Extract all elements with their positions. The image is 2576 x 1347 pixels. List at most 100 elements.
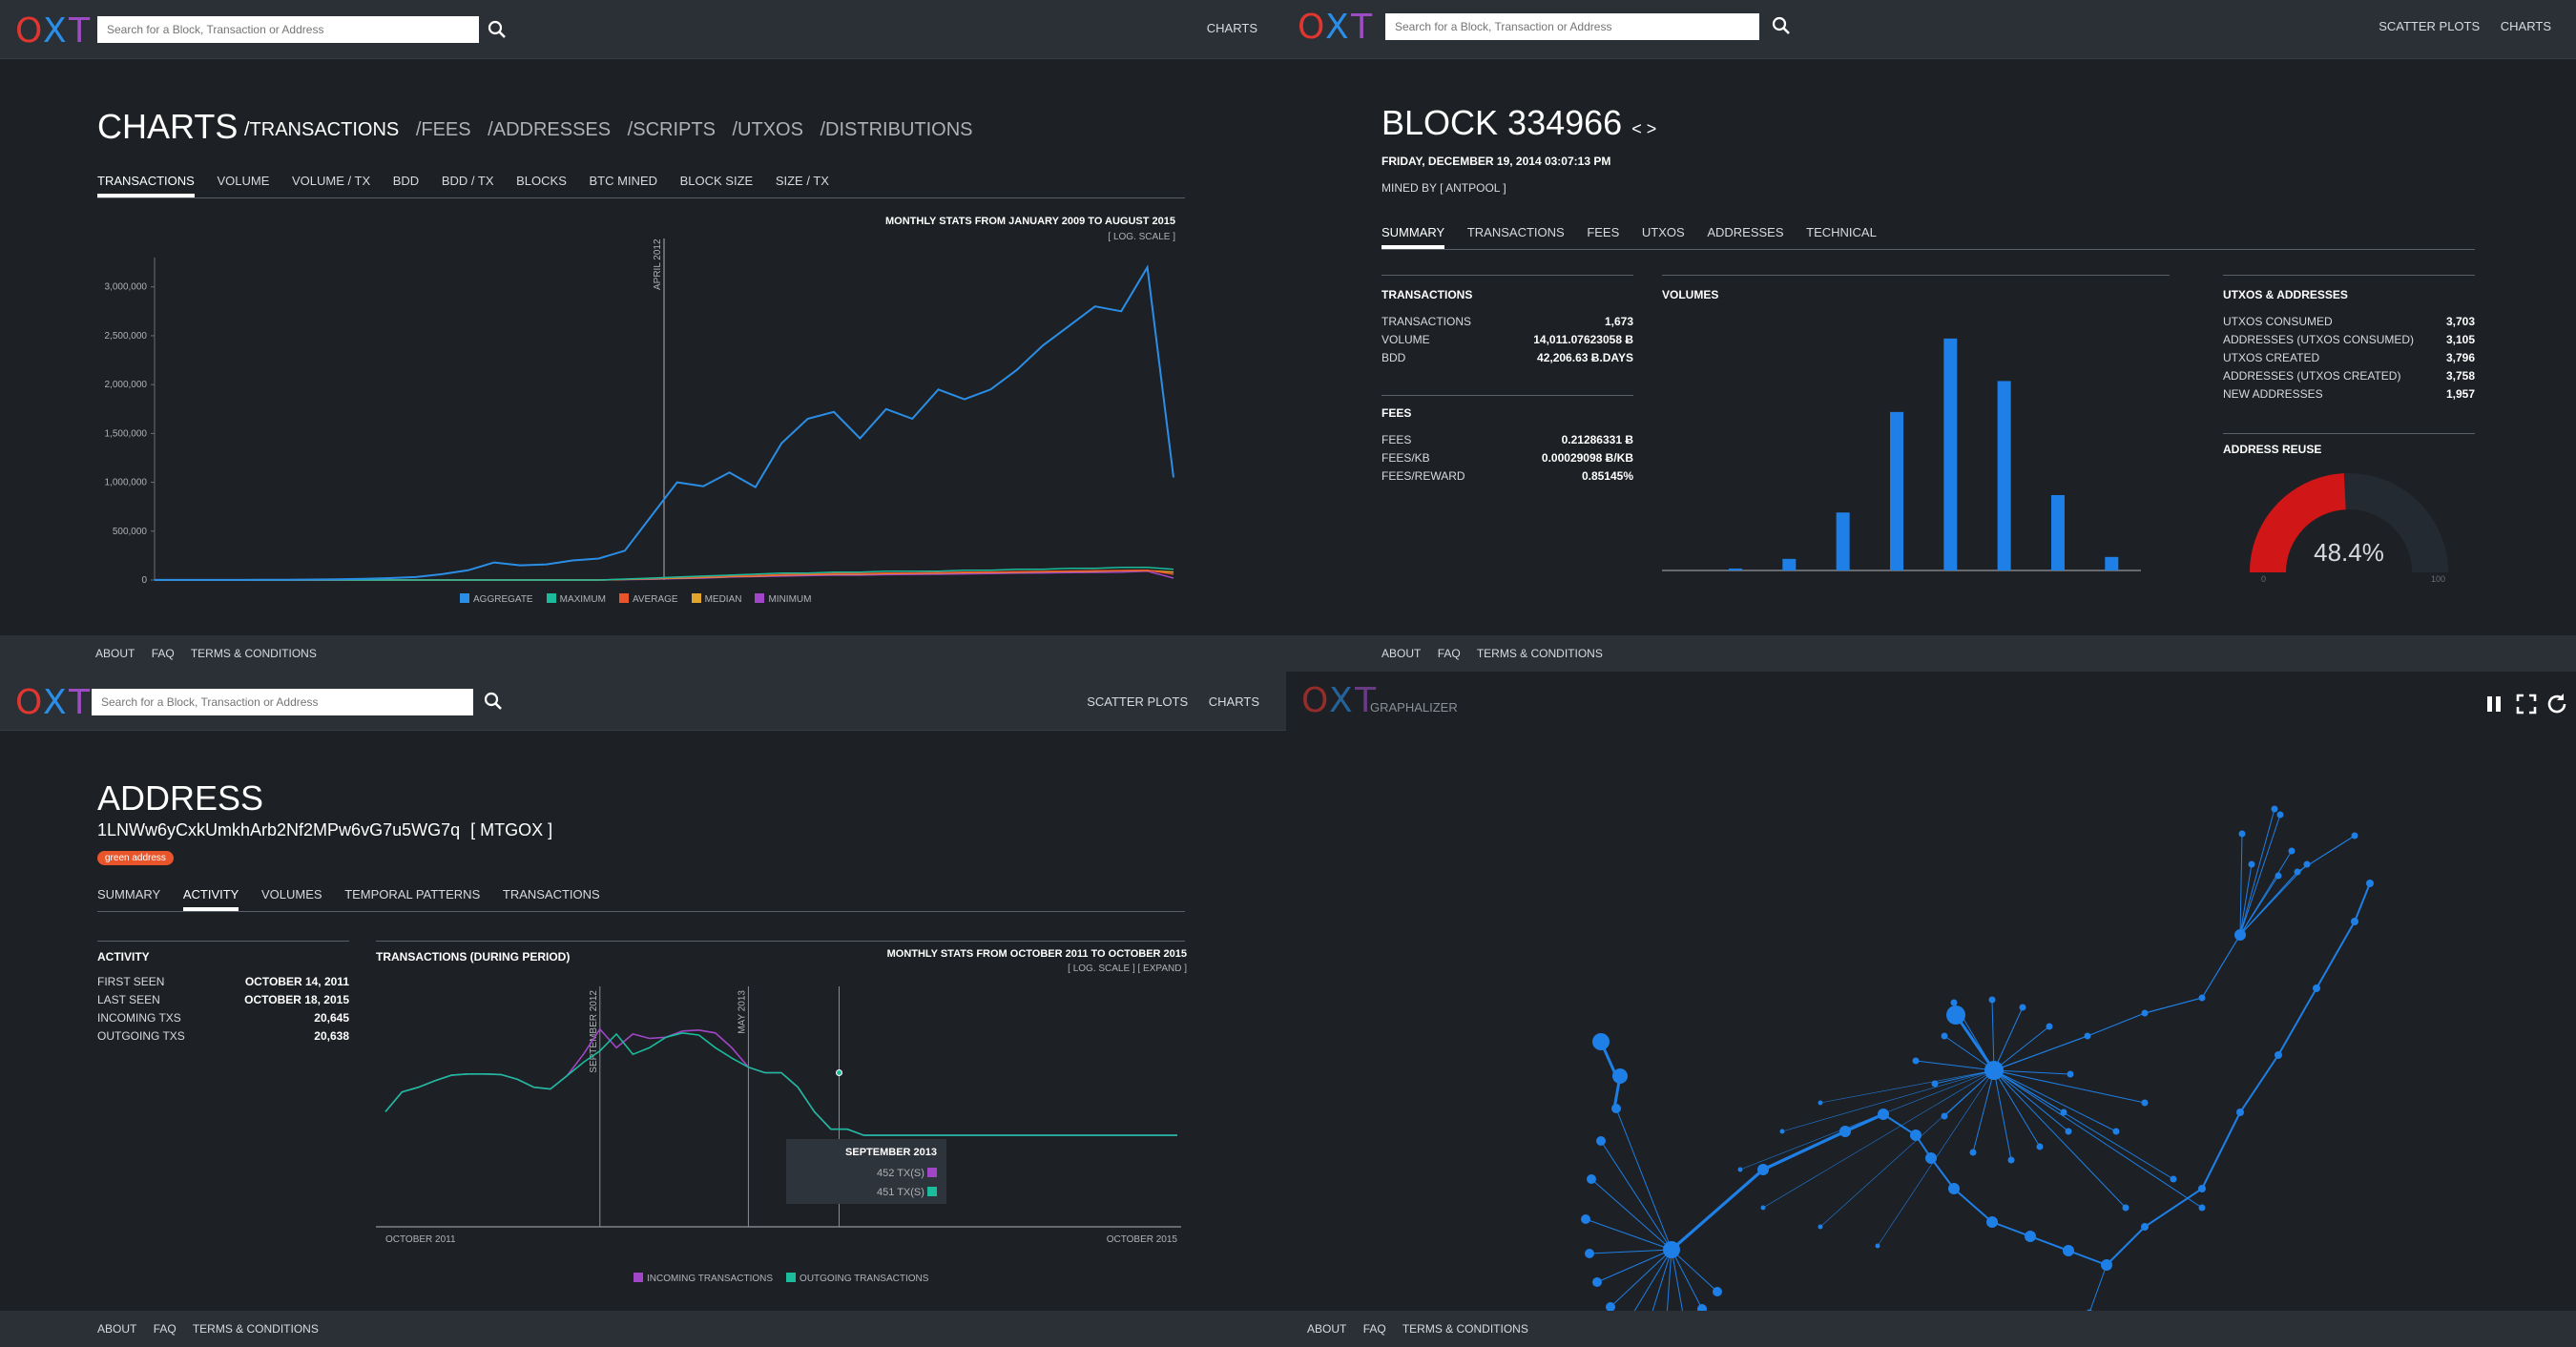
search-input[interactable] — [92, 689, 473, 715]
search-icon[interactable] — [487, 19, 508, 40]
legend-average[interactable]: AVERAGE — [618, 593, 678, 605]
section-fees[interactable]: /FEES — [416, 119, 471, 140]
legend-minimum[interactable]: MINIMUM — [755, 593, 811, 605]
nav-charts[interactable]: CHARTS — [1209, 694, 1259, 709]
graph-node — [1587, 1174, 1596, 1184]
oxt-logo[interactable]: OXT — [1298, 8, 1375, 47]
graph-edge — [2144, 1188, 2203, 1228]
marker-label: SEPTEMBER 2012 — [589, 990, 599, 1073]
stat-row: FEES 0.21286331 Ƀ — [1381, 433, 1633, 446]
graph-edge — [1590, 1178, 1672, 1251]
footer-about[interactable]: ABOUT — [95, 647, 135, 660]
graph-edge — [1596, 1249, 1672, 1283]
tab-blocks[interactable]: BLOCKS — [516, 174, 567, 194]
tab-transactions[interactable]: TRANSACTIONS — [1467, 225, 1565, 245]
section-distributions[interactable]: /DISTRIBUTIONS — [821, 119, 973, 140]
volume-bar — [2105, 556, 2119, 570]
tab-volumes[interactable]: VOLUMES — [261, 887, 322, 907]
volume-bar — [1997, 381, 2011, 570]
tab-bdd[interactable]: BDD — [393, 174, 419, 194]
footer-faq[interactable]: FAQ — [154, 1322, 177, 1336]
tab-volume-per-tx[interactable]: VOLUME / TX — [292, 174, 370, 194]
legend-outgoing[interactable]: OUTGOING TRANSACTIONS — [786, 1273, 928, 1284]
activity-divider — [97, 941, 349, 942]
top-nav: SCATTER PLOTS CHARTS — [1070, 694, 1259, 709]
nav-charts[interactable]: CHARTS — [2501, 19, 2551, 33]
address-tag[interactable]: [ MTGOX ] — [470, 820, 552, 839]
tab-transactions[interactable]: TRANSACTIONS — [97, 174, 195, 197]
tab-utxos[interactable]: UTXOS — [1642, 225, 1685, 245]
transaction-graph[interactable] — [1286, 731, 2576, 1311]
tab-fees[interactable]: FEES — [1587, 225, 1619, 245]
tab-addresses[interactable]: ADDRESSES — [1707, 225, 1783, 245]
chart-options[interactable]: [ LOG. SCALE ] [ EXPAND ] — [1068, 964, 1187, 974]
oxt-logo[interactable]: OXT — [1301, 681, 1379, 720]
footer-about[interactable]: ABOUT — [1381, 647, 1421, 660]
section-utxos[interactable]: /UTXOS — [732, 119, 802, 140]
footer-faq[interactable]: FAQ — [1363, 1322, 1386, 1336]
graph-node — [1818, 1224, 1823, 1230]
footer-terms[interactable]: TERMS & CONDITIONS — [1402, 1322, 1528, 1336]
nav-scatter-plots[interactable]: SCATTER PLOTS — [2379, 19, 2480, 33]
reuse-heading: ADDRESS REUSE — [2223, 443, 2322, 456]
stat-row: NEW ADDRESSES 1,957 — [2223, 387, 2475, 401]
legend-median[interactable]: MEDIAN — [691, 593, 741, 605]
tab-bdd-per-tx[interactable]: BDD / TX — [442, 174, 494, 194]
graph-node — [2122, 1204, 2129, 1212]
tab-activity[interactable]: ACTIVITY — [182, 887, 239, 911]
graph-node — [1946, 1005, 1965, 1025]
tab-summary[interactable]: SUMMARY — [97, 887, 160, 907]
fullscreen-icon[interactable] — [2513, 691, 2540, 717]
tab-technical[interactable]: TECHNICAL — [1806, 225, 1877, 245]
tab-size-per-tx[interactable]: SIZE / TX — [776, 174, 829, 194]
legend-incoming[interactable]: INCOMING TRANSACTIONS — [634, 1273, 773, 1284]
footer-about[interactable]: ABOUT — [97, 1322, 136, 1336]
search-icon[interactable] — [483, 691, 504, 712]
app-name: GRAPHALIZER — [1370, 700, 1458, 715]
section-addresses[interactable]: /ADDRESSES — [488, 119, 611, 140]
nav-charts[interactable]: CHARTS — [1207, 21, 1257, 35]
gauge-min: 0 — [2261, 574, 2266, 584]
graph-edge — [2354, 882, 2371, 922]
search-input[interactable] — [1385, 13, 1759, 40]
footer-faq[interactable]: FAQ — [152, 647, 175, 660]
tab-btc-mined[interactable]: BTC MINED — [590, 174, 658, 194]
tab-summary[interactable]: SUMMARY — [1381, 225, 1445, 249]
search-input[interactable] — [97, 16, 479, 43]
fees-stats: FEES 0.21286331 Ƀ FEES/KB 0.00029098 Ƀ/KB … — [1381, 433, 1633, 487]
address-panel: OXT SCATTER PLOTS CHARTS ADDRESS 1LNWw6y… — [0, 672, 1286, 1347]
tab-block-size[interactable]: BLOCK SIZE — [680, 174, 754, 194]
footer-terms[interactable]: TERMS & CONDITIONS — [1477, 647, 1603, 660]
section-transactions[interactable]: /TRANSACTIONS — [244, 119, 399, 140]
footer-terms[interactable]: TERMS & CONDITIONS — [191, 647, 317, 660]
pause-icon[interactable] — [2481, 691, 2507, 717]
marker-label: MAY 2013 — [737, 990, 747, 1034]
reset-icon[interactable] — [2544, 691, 2570, 717]
oxt-logo[interactable]: OXT — [15, 11, 93, 51]
volume-bar — [1836, 512, 1850, 570]
footer-terms[interactable]: TERMS & CONDITIONS — [193, 1322, 319, 1336]
tab-temporal-patterns[interactable]: TEMPORAL PATTERNS — [344, 887, 480, 907]
graph-edge — [1819, 1069, 1995, 1104]
footer-faq[interactable]: FAQ — [1438, 647, 1461, 660]
tab-transactions[interactable]: TRANSACTIONS — [503, 887, 600, 907]
section-scripts[interactable]: /SCRIPTS — [628, 119, 716, 140]
graphalizer-panel: OXT GRAPHALIZER ABOUT FAQ TERMS & CONDIT… — [1286, 672, 2576, 1347]
stat-row: INCOMING TXS 20,645 — [97, 1011, 349, 1025]
search-icon[interactable] — [1771, 15, 1792, 36]
graph-node — [2236, 1109, 2244, 1116]
legend-maximum[interactable]: MAXIMUM — [546, 593, 606, 605]
graph-node — [2303, 860, 2311, 868]
tab-volume[interactable]: VOLUME — [217, 174, 269, 194]
block-nav-arrows[interactable]: < > — [1631, 119, 1656, 138]
block-title: BLOCK 334966 < > — [1381, 103, 1657, 142]
stat-row: FEES/REWARD 0.85145% — [1381, 469, 1633, 483]
graph-edge — [1993, 1069, 2203, 1209]
footer: ABOUT FAQ TERMS & CONDITIONS — [1286, 1311, 2576, 1347]
nav-scatter-plots[interactable]: SCATTER PLOTS — [1087, 694, 1188, 709]
graph-node — [1779, 1129, 1785, 1134]
legend-aggregate[interactable]: AGGREGATE — [460, 593, 533, 605]
gauge-value: 48.4% — [2314, 538, 2384, 567]
footer-about[interactable]: ABOUT — [1307, 1322, 1346, 1336]
oxt-logo[interactable]: OXT — [15, 683, 93, 722]
